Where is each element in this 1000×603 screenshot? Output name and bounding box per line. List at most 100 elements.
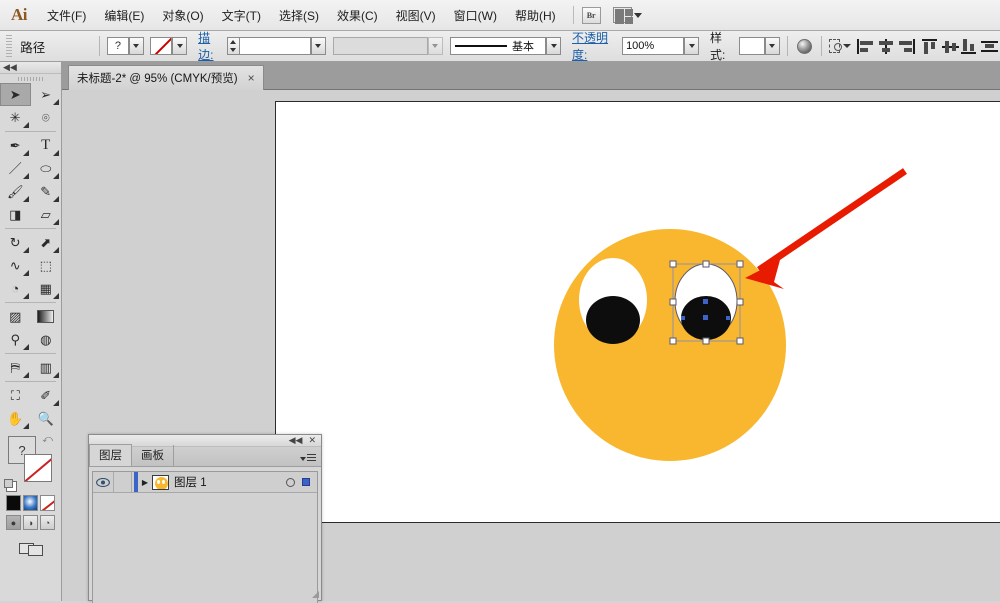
tool-type[interactable]: T bbox=[31, 134, 62, 157]
align-center-vertical-button[interactable] bbox=[941, 36, 961, 56]
align-bottom-button[interactable] bbox=[961, 36, 981, 56]
menu-file[interactable]: 文件(F) bbox=[38, 3, 95, 28]
menu-edit[interactable]: 编辑(E) bbox=[95, 3, 153, 28]
stroke-color-control[interactable] bbox=[150, 37, 188, 55]
tool-scale[interactable]: ⬈ bbox=[31, 231, 62, 254]
menu-help[interactable]: 帮助(H) bbox=[506, 3, 565, 28]
menu-select[interactable]: 选择(S) bbox=[270, 3, 328, 28]
tool-ellipse[interactable]: ⬭ bbox=[31, 157, 62, 180]
layer-visibility-toggle[interactable] bbox=[93, 472, 114, 492]
align-center-horizontal-button[interactable] bbox=[876, 36, 896, 56]
collapse-panel-icon[interactable]: ◀◀ bbox=[289, 436, 303, 445]
fill-dropdown-button[interactable] bbox=[128, 37, 144, 55]
brush-definition-control[interactable]: 基本 bbox=[450, 37, 562, 55]
stroke-weight-control[interactable] bbox=[226, 37, 326, 55]
tool-selection[interactable]: ➤ bbox=[0, 83, 31, 106]
tool-free-transform[interactable]: ⬚ bbox=[31, 254, 62, 277]
tool-symbol-sprayer[interactable]: ⛿ bbox=[0, 356, 31, 379]
document-tab[interactable]: 未标题-2* @ 95% (CMYK/预览) × bbox=[68, 65, 264, 90]
layer-expand-triangle[interactable]: ▶ bbox=[138, 472, 152, 492]
tools-panel-collapse-button[interactable]: ◀◀ bbox=[0, 62, 61, 74]
recolor-artwork-button[interactable] bbox=[794, 36, 814, 56]
left-pupil[interactable] bbox=[586, 296, 640, 344]
opacity-label[interactable]: 不透明度: bbox=[572, 29, 618, 63]
stroke-weight-dropdown-button[interactable] bbox=[310, 37, 326, 55]
layers-panel[interactable]: ◀◀ ✕ 图层 画板 ▶ 图层 1 bbox=[88, 434, 322, 603]
tool-shape-builder[interactable]: ◔ bbox=[0, 277, 31, 300]
tool-pen[interactable]: ✒ bbox=[0, 134, 31, 157]
tool-column-graph[interactable]: ▥ bbox=[31, 356, 62, 379]
tab-layers[interactable]: 图层 bbox=[89, 444, 132, 466]
tool-line-segment[interactable]: ／ bbox=[0, 157, 31, 180]
select-similar-button[interactable] bbox=[829, 36, 852, 56]
arrange-documents-button[interactable] bbox=[612, 7, 642, 24]
fill-color-control[interactable]: ? bbox=[106, 37, 144, 55]
stroke-dropdown-button[interactable] bbox=[172, 37, 188, 55]
swap-fill-stroke-icon[interactable]: ⤺ bbox=[42, 434, 53, 445]
tool-rotate[interactable]: ↻ bbox=[0, 231, 31, 254]
brush-definition-dropdown-button[interactable] bbox=[546, 37, 562, 55]
tools-panel-grip[interactable] bbox=[0, 74, 61, 83]
tool-mesh[interactable]: ▨ bbox=[0, 305, 31, 328]
opacity-control[interactable]: 100% bbox=[622, 37, 700, 55]
layers-list[interactable]: ▶ 图层 1 bbox=[92, 471, 318, 603]
tool-eyedropper[interactable]: ⚲ bbox=[0, 328, 31, 351]
tool-blend[interactable]: ◍ bbox=[31, 328, 62, 351]
close-icon[interactable]: ✕ bbox=[308, 436, 316, 445]
draw-inside-button[interactable]: ◔ bbox=[40, 515, 55, 530]
menu-window[interactable]: 窗口(W) bbox=[445, 3, 506, 28]
control-bar-grip[interactable] bbox=[6, 35, 13, 57]
tool-magic-wand[interactable]: ✳ bbox=[0, 106, 31, 129]
opacity-input[interactable]: 100% bbox=[622, 37, 685, 55]
tool-blob-brush[interactable]: ◨ bbox=[0, 203, 31, 226]
tool-hand[interactable]: ✋ bbox=[0, 407, 31, 430]
layer-target-circle-icon[interactable] bbox=[286, 477, 295, 487]
layers-list-empty-area[interactable] bbox=[93, 493, 317, 603]
color-mode-black-button[interactable] bbox=[6, 495, 21, 511]
graphic-style-swatch[interactable] bbox=[738, 37, 765, 55]
close-icon[interactable]: × bbox=[248, 71, 255, 85]
menu-object[interactable]: 对象(O) bbox=[153, 3, 212, 28]
change-screen-mode-button[interactable] bbox=[0, 540, 61, 556]
default-fill-stroke-icon[interactable] bbox=[4, 479, 17, 492]
align-left-button[interactable] bbox=[856, 36, 876, 56]
distribute-button[interactable] bbox=[980, 36, 1000, 56]
tool-slice[interactable]: ✐ bbox=[31, 384, 62, 407]
layer-name[interactable]: 图层 1 bbox=[174, 474, 286, 490]
table-row[interactable]: ▶ 图层 1 bbox=[93, 472, 317, 493]
stroke-weight-label[interactable]: 描边: bbox=[198, 29, 223, 63]
tab-artboards[interactable]: 画板 bbox=[132, 445, 174, 466]
tool-width[interactable]: ∿ bbox=[0, 254, 31, 277]
tool-paintbrush[interactable]: 🖌 bbox=[0, 180, 31, 203]
graphic-style-control[interactable] bbox=[738, 37, 780, 55]
menu-type[interactable]: 文字(T) bbox=[213, 3, 270, 28]
graphic-style-dropdown-button[interactable] bbox=[764, 37, 780, 55]
align-top-button[interactable] bbox=[921, 36, 941, 56]
bridge-button[interactable]: Br bbox=[581, 6, 601, 24]
color-mode-none-button[interactable] bbox=[40, 495, 55, 511]
draw-normal-button[interactable]: ● bbox=[6, 515, 21, 530]
stroke-profile-control[interactable] bbox=[332, 37, 443, 55]
align-right-button[interactable] bbox=[896, 36, 916, 56]
tool-eraser[interactable]: ▱ bbox=[31, 203, 62, 226]
panel-menu-icon[interactable] bbox=[300, 454, 316, 463]
resize-grip-icon[interactable] bbox=[310, 589, 320, 599]
tool-gradient[interactable] bbox=[31, 305, 62, 328]
fill-stroke-indicator[interactable]: ? ⤺ bbox=[4, 434, 55, 492]
tool-direct-selection[interactable]: ➢ bbox=[31, 83, 62, 106]
stroke-swatch-none-icon[interactable] bbox=[150, 37, 173, 55]
stroke-color-indicator-none[interactable] bbox=[24, 454, 52, 482]
brush-definition-preview[interactable]: 基本 bbox=[450, 37, 547, 55]
tool-perspective-grid[interactable]: ▦ bbox=[31, 277, 62, 300]
tool-zoom[interactable]: 🔍 bbox=[31, 407, 62, 430]
stroke-weight-stepper[interactable] bbox=[226, 37, 239, 55]
tool-lasso[interactable]: ⌾ bbox=[31, 106, 62, 129]
tool-artboard[interactable]: ⛶ bbox=[0, 384, 31, 407]
layer-lock-toggle[interactable] bbox=[114, 472, 132, 492]
fill-swatch[interactable]: ? bbox=[106, 37, 129, 55]
menu-view[interactable]: 视图(V) bbox=[387, 3, 445, 28]
opacity-dropdown-button[interactable] bbox=[684, 37, 700, 55]
color-mode-gradient-button[interactable] bbox=[23, 495, 38, 511]
layer-selection-square-icon[interactable] bbox=[302, 478, 310, 486]
stroke-weight-input[interactable] bbox=[238, 37, 311, 55]
